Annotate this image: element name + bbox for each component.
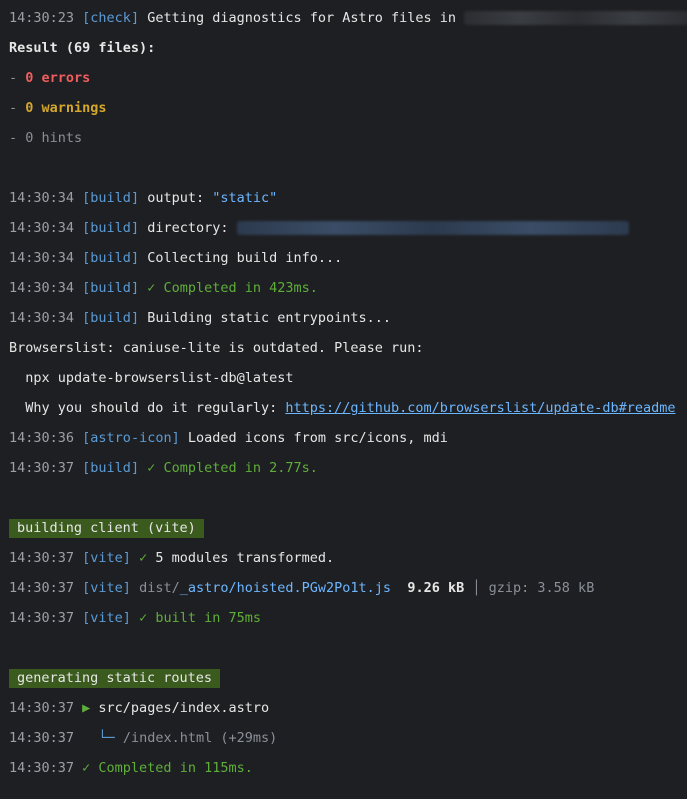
page-path: src/pages/index.astro bbox=[98, 700, 270, 716]
timestamp: 14:30:37 bbox=[9, 700, 75, 716]
log-tag: [build] bbox=[82, 250, 140, 266]
output-value: "static" bbox=[212, 190, 278, 206]
asset-file: _astro/hoisted.PGw2Po1t.js bbox=[179, 580, 392, 596]
timestamp: 14:30:37 bbox=[9, 760, 75, 776]
log-line-transformed: 14:30:37 [vite] ✓ 5 modules transformed. bbox=[9, 550, 335, 566]
log-tag: [check] bbox=[82, 10, 140, 26]
tree-branch-icon: └─ bbox=[74, 730, 123, 746]
log-line-page: 14:30:37 ▶ src/pages/index.astro bbox=[0, 698, 687, 728]
log-line-completed: 14:30:37 ✓ Completed in 115ms. bbox=[9, 760, 253, 776]
log-tag: [build] bbox=[82, 310, 140, 326]
route-path: /index.html (+29ms) bbox=[122, 730, 278, 746]
log-line-route: 14:30:37 └─ /index.html (+29ms) bbox=[0, 728, 687, 758]
timestamp: 14:30:34 bbox=[9, 280, 75, 296]
asset-dir: dist/ bbox=[130, 580, 180, 596]
section-badge: generating static routes bbox=[9, 669, 221, 688]
timestamp: 14:30:34 bbox=[9, 220, 75, 236]
divider: │ bbox=[472, 580, 481, 596]
log-tag: [build] bbox=[82, 220, 140, 236]
timestamp: 14:30:36 bbox=[9, 430, 75, 446]
log-tag: [vite] bbox=[82, 580, 131, 596]
timestamp: 14:30:34 bbox=[9, 190, 75, 206]
log-line-check: 14:30:23 [check] Getting diagnostics for… bbox=[0, 8, 687, 38]
log-tag: [astro-icon] bbox=[82, 430, 180, 446]
timestamp: 14:30:37 bbox=[9, 550, 75, 566]
log-line-icons: 14:30:36 [astro-icon] Loaded icons from … bbox=[9, 430, 448, 446]
check-icon: ✓ bbox=[130, 550, 156, 566]
gzip-size: gzip: 3.58 kB bbox=[488, 580, 595, 596]
section-header-routes: generating static routes bbox=[0, 668, 687, 698]
timestamp: 14:30:34 bbox=[9, 250, 75, 266]
errors-count: 0 errors bbox=[25, 70, 91, 86]
log-tag: [build] bbox=[82, 190, 140, 206]
asset-size: 9.26 kB bbox=[407, 580, 465, 596]
timestamp: 14:30:23 bbox=[9, 10, 75, 26]
browserslist-command: npx update-browserslist-db@latest bbox=[9, 370, 294, 386]
log-tag: [vite] bbox=[82, 550, 131, 566]
browserslist-warning: Browserslist: caniuse-lite is outdated. … bbox=[9, 340, 424, 356]
log-line-collecting: 14:30:34 [build] Collecting build info..… bbox=[9, 250, 343, 266]
log-tag: [build] bbox=[82, 280, 140, 296]
log-line-completed: 14:30:37 [build] ✓ Completed in 2.77s. bbox=[9, 460, 318, 476]
log-line-built: 14:30:37 [vite] ✓ built in 75ms bbox=[9, 610, 261, 626]
log-line-entrypoints: 14:30:34 [build] Building static entrypo… bbox=[9, 310, 392, 326]
warnings-line: - 0 warnings bbox=[9, 100, 107, 116]
timestamp: 14:30:37 bbox=[9, 730, 75, 746]
hints-line: - 0 hints bbox=[9, 130, 83, 146]
log-line-completed: 14:30:34 [build] ✓ Completed in 423ms. bbox=[9, 280, 318, 296]
warnings-count: 0 warnings bbox=[25, 100, 107, 116]
timestamp: 14:30:37 bbox=[9, 610, 75, 626]
log-line-output: 14:30:34 [build] output: "static" bbox=[9, 190, 278, 206]
log-text: Getting diagnostics for Astro files in bbox=[139, 10, 465, 26]
redacted-path bbox=[464, 11, 687, 25]
readme-link[interactable]: https://github.com/browserslist/update-d… bbox=[285, 400, 675, 416]
timestamp: 14:30:37 bbox=[9, 460, 75, 476]
browserslist-reason: Why you should do it regularly: https://… bbox=[9, 400, 676, 416]
play-arrow-icon: ▶ bbox=[74, 700, 99, 716]
timestamp: 14:30:37 bbox=[9, 580, 75, 596]
section-header-client: building client (vite) bbox=[0, 518, 687, 548]
redacted-directory bbox=[236, 221, 629, 235]
log-line-directory: 14:30:34 [build] directory: bbox=[0, 218, 687, 248]
section-badge: building client (vite) bbox=[9, 519, 204, 538]
errors-line: - 0 errors bbox=[9, 70, 91, 86]
timestamp: 14:30:34 bbox=[9, 310, 75, 326]
log-tag: [vite] bbox=[82, 610, 131, 626]
log-line-asset: 14:30:37 [vite] dist/_astro/hoisted.PGw2… bbox=[0, 578, 687, 608]
result-summary: Result (69 files): bbox=[9, 40, 156, 56]
log-tag: [build] bbox=[82, 460, 140, 476]
terminal-output[interactable]: 14:30:23 [check] Getting diagnostics for… bbox=[0, 0, 687, 799]
